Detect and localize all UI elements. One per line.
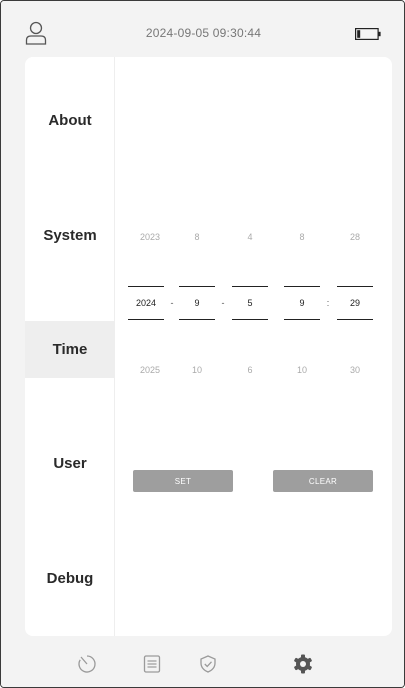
year-next: 2025 <box>139 365 161 375</box>
time-separator: : <box>326 298 330 308</box>
date-separator: - <box>170 298 174 308</box>
settings-card: About System Time User Debug 2023 8 4 8 … <box>25 57 392 636</box>
hour-picker[interactable]: 9 <box>284 286 320 320</box>
sidebar-item-debug[interactable]: Debug <box>25 550 115 607</box>
hour-next: 10 <box>296 365 307 375</box>
day-next: 6 <box>247 365 253 375</box>
datetime-display: 2024-09-05 09:30:44 <box>145 26 262 40</box>
sidebar-item-about[interactable]: About <box>25 92 115 149</box>
set-button[interactable]: SET <box>133 470 233 492</box>
day-prev: 4 <box>247 232 253 242</box>
settings-icon[interactable] <box>292 653 314 675</box>
status-bar: 2024-09-05 09:30:44 <box>1 1 404 57</box>
battery-icon <box>355 28 381 40</box>
date-separator: - <box>221 298 225 308</box>
clear-button[interactable]: CLEAR <box>273 470 373 492</box>
sidebar-item-time[interactable]: Time <box>25 321 115 378</box>
shield-icon[interactable] <box>197 653 219 675</box>
sidebar-item-label: User <box>53 455 87 472</box>
month-prev: 8 <box>194 232 200 242</box>
day-picker[interactable]: 5 <box>232 286 268 320</box>
sidebar-item-label: About <box>48 112 92 129</box>
list-icon[interactable] <box>141 653 163 675</box>
bottom-nav <box>1 641 404 687</box>
sidebar-item-user[interactable]: User <box>25 435 115 492</box>
month-picker[interactable]: 9 <box>179 286 215 320</box>
month-next: 10 <box>191 365 202 375</box>
minute-picker[interactable]: 29 <box>337 286 373 320</box>
year-prev: 2023 <box>139 232 161 242</box>
hour-prev: 8 <box>299 232 305 242</box>
minute-next: 30 <box>349 365 360 375</box>
sidebar-item-label: Time <box>52 341 88 358</box>
device-frame: 2024-09-05 09:30:44 About System Time Us… <box>0 0 405 688</box>
settings-sidebar: About System Time User Debug <box>25 57 115 636</box>
sidebar-item-label: Debug <box>46 570 94 587</box>
timer-icon[interactable] <box>76 653 98 675</box>
sidebar-item-system[interactable]: System <box>25 207 115 264</box>
time-settings-panel: 2023 8 4 8 28 2024 - 9 - 5 9 : 29 2025 1… <box>116 57 392 636</box>
minute-prev: 28 <box>349 232 360 242</box>
year-picker[interactable]: 2024 <box>128 286 164 320</box>
sidebar-item-label: System <box>43 227 97 244</box>
